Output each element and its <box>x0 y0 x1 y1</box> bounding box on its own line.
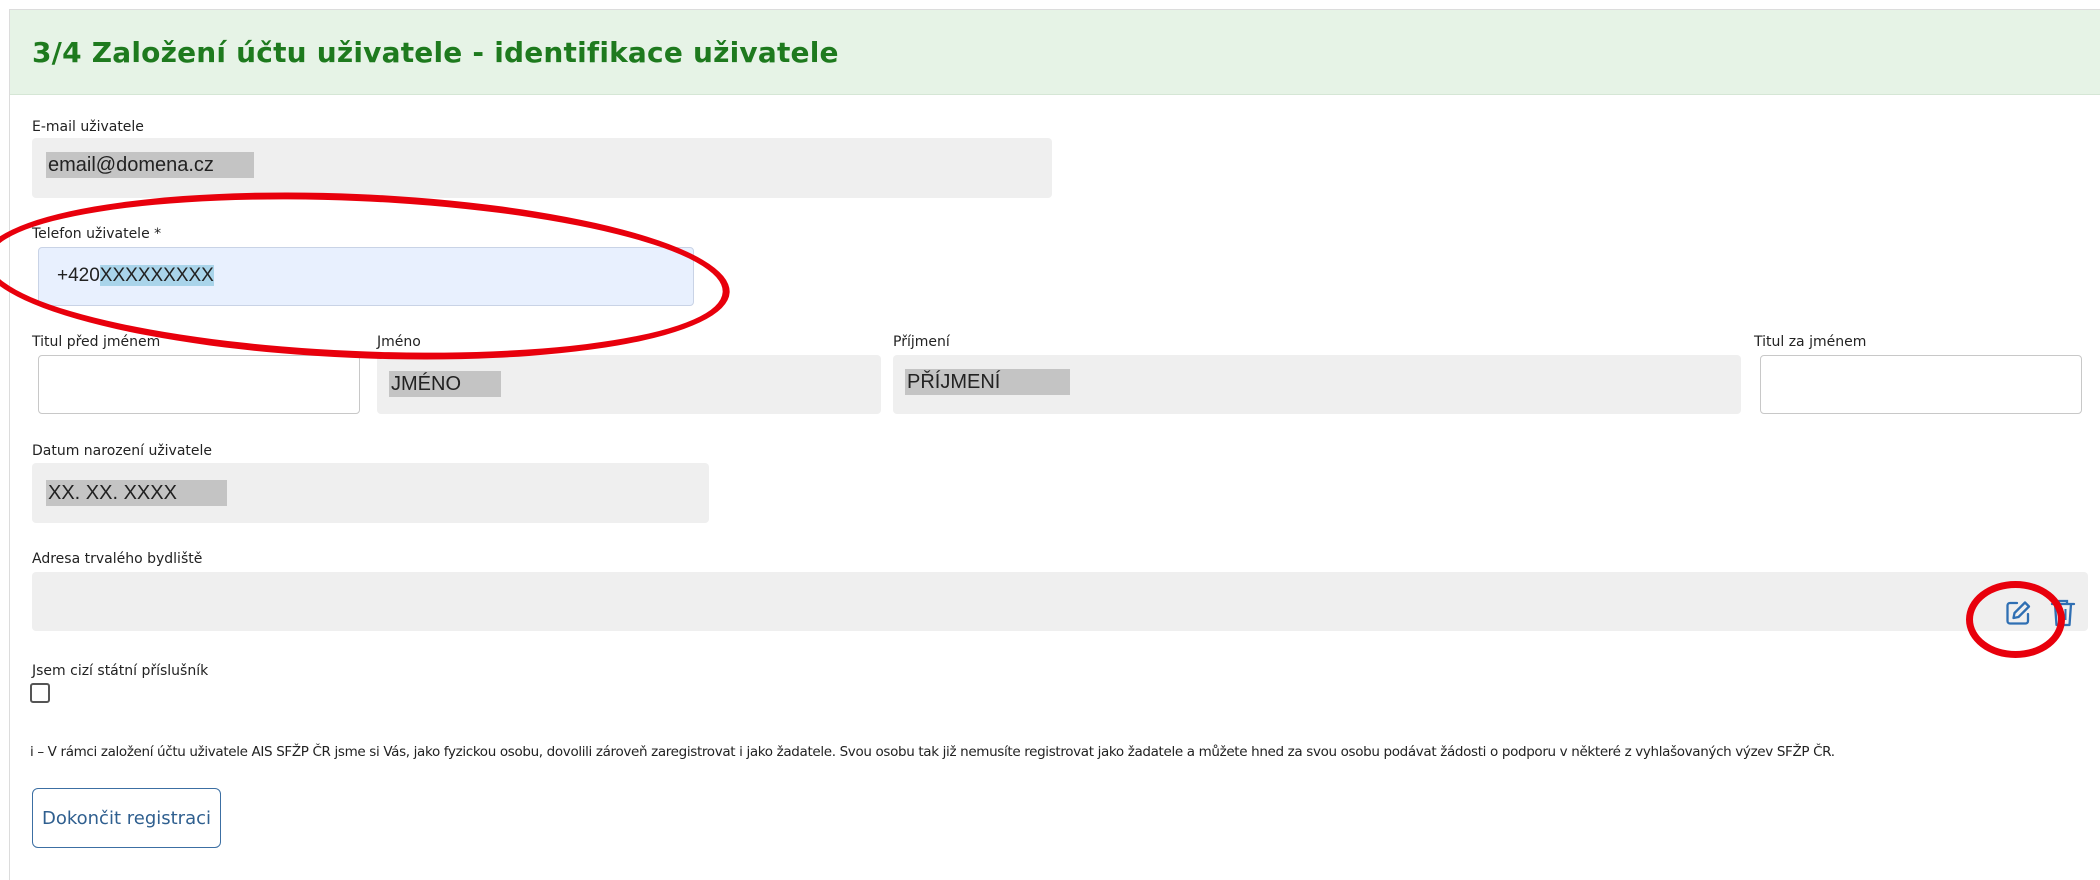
last-name-field[interactable]: PŘÍJMENÍ <box>893 355 1741 414</box>
birth-date-field[interactable]: XX. XX. XXXX <box>32 463 709 523</box>
first-name-field[interactable]: JMÉNO <box>377 355 881 414</box>
page-title: 3/4 Založení účtu uživatele - identifika… <box>32 36 839 69</box>
address-label: Adresa trvalého bydliště <box>32 551 203 567</box>
email-label: E-mail uživatele <box>32 119 144 135</box>
form-header: 3/4 Založení účtu uživatele - identifika… <box>10 10 2100 95</box>
info-text: i – V rámci založení účtu uživatele AIS … <box>30 744 1835 760</box>
email-value: email@domena.cz <box>46 152 254 178</box>
birth-date-value: XX. XX. XXXX <box>46 480 227 506</box>
title-before-label: Titul před jménem <box>32 334 161 350</box>
last-name-value: PŘÍJMENÍ <box>905 369 1071 395</box>
address-field[interactable] <box>32 572 2088 631</box>
title-after-input[interactable] <box>1760 355 2082 414</box>
first-name-value: JMÉNO <box>389 371 501 397</box>
foreigner-label: Jsem cizí státní příslušník <box>32 663 209 679</box>
email-field[interactable]: email@domena.cz <box>32 138 1052 198</box>
last-name-label: Příjmení <box>893 334 950 350</box>
title-before-input[interactable] <box>38 355 360 414</box>
finish-registration-button[interactable]: Dokončit registraci <box>32 788 221 848</box>
birth-date-label: Datum narození uživatele <box>32 443 213 459</box>
foreigner-checkbox[interactable] <box>30 683 50 703</box>
title-after-label: Titul za jménem <box>1754 334 1867 350</box>
annotation-circle-edit <box>1966 581 2065 658</box>
